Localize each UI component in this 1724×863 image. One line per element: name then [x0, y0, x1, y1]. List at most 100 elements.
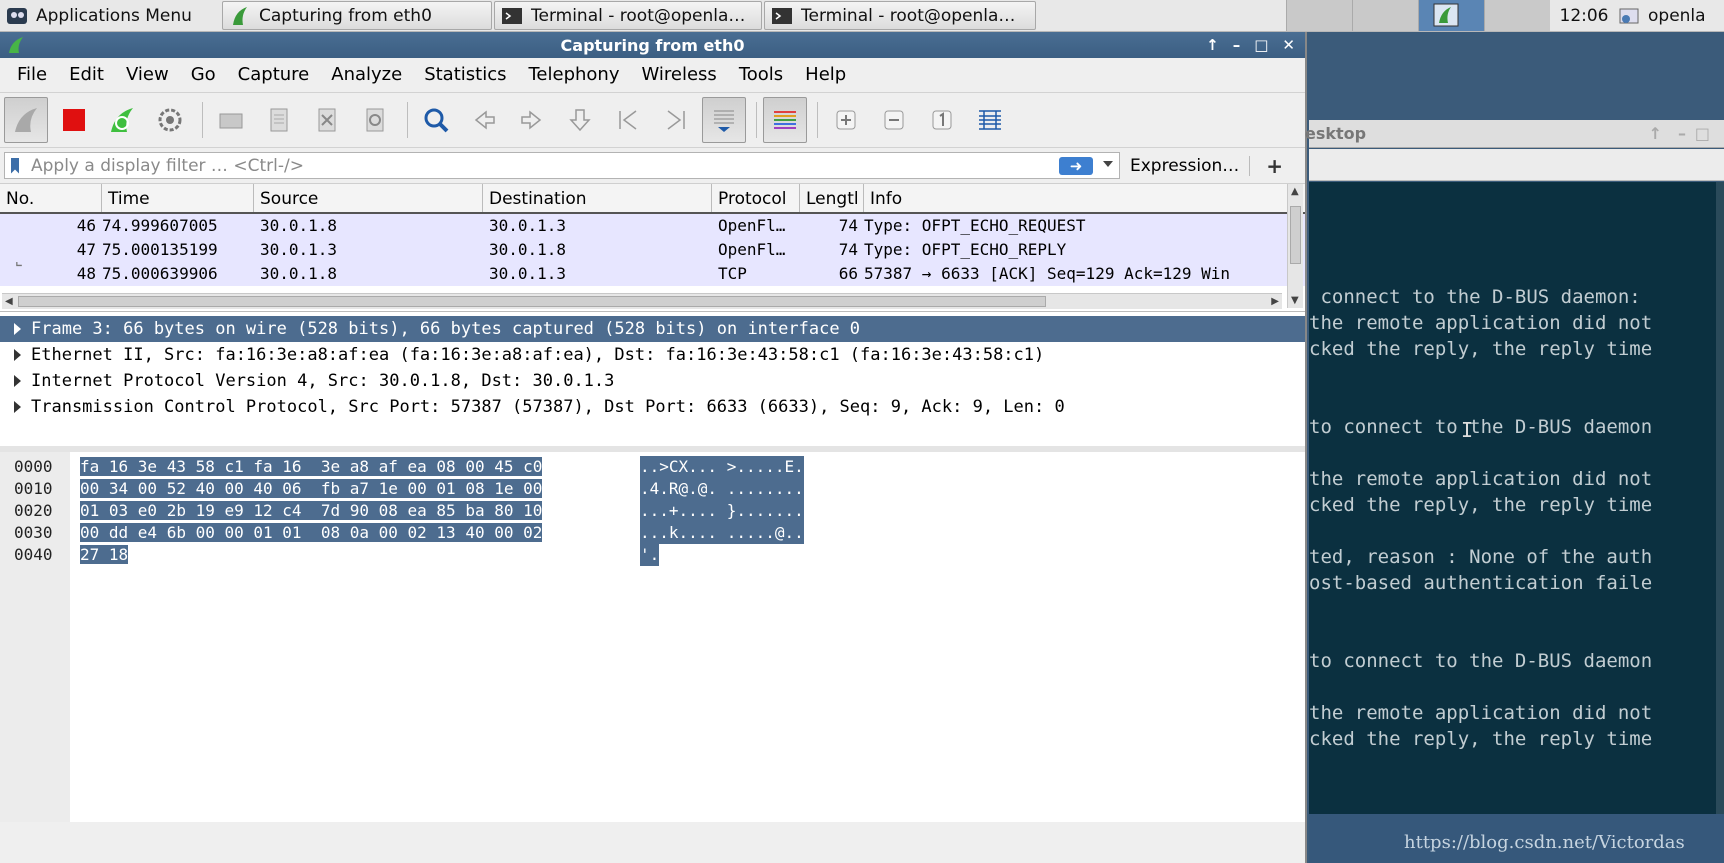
start-capture-button[interactable] [4, 97, 48, 143]
column-header-info[interactable]: Info [864, 184, 1284, 212]
packet-list-horizontal-scrollbar[interactable]: ◀ ▶ [2, 293, 1282, 309]
zoom-in-button[interactable] [824, 97, 868, 143]
column-header-destination[interactable]: Destination [483, 184, 712, 212]
chevron-down-icon[interactable] [1103, 161, 1113, 167]
hex-bytes[interactable]: 01 03 e0 2b 19 e9 12 c4 7d 90 08 ea 85 b… [80, 501, 543, 520]
ascii-bytes[interactable]: ..>CX... >.....E. [640, 456, 804, 478]
menu-tools[interactable]: Tools [728, 58, 794, 92]
expand-triangle-icon[interactable] [14, 323, 21, 335]
menu-file[interactable]: File [6, 58, 58, 92]
workspace-4[interactable] [1484, 0, 1550, 31]
menu-analyze[interactable]: Analyze [320, 58, 413, 92]
ascii-bytes[interactable]: '. [640, 544, 660, 566]
expand-triangle-icon[interactable] [14, 401, 21, 413]
colorize-icon [774, 111, 796, 129]
clock[interactable]: 12:06 [1556, 0, 1612, 31]
menu-go[interactable]: Go [180, 58, 227, 92]
column-header-time[interactable]: Time [102, 184, 254, 212]
zoom-out-button[interactable] [872, 97, 916, 143]
apply-filter-arrow-icon[interactable]: ➜ [1059, 157, 1093, 175]
scroll-left-icon[interactable]: ◀ [5, 296, 13, 307]
menu-wireless[interactable]: Wireless [630, 58, 727, 92]
maximize-icon[interactable]: □ [1254, 36, 1268, 54]
stop-capture-button[interactable] [52, 97, 96, 143]
autoscroll-button[interactable] [702, 97, 746, 143]
column-header-length[interactable]: Lengtl [800, 184, 864, 212]
ascii-bytes[interactable]: ...+.... }....... [640, 500, 804, 522]
scroll-right-icon[interactable]: ▶ [1271, 296, 1279, 307]
byte-row[interactable]: 00 34 00 52 40 00 40 06 fb a7 1e 00 01 0… [80, 478, 804, 500]
expression-button[interactable]: Expression… [1130, 155, 1251, 176]
resize-columns-button[interactable] [968, 97, 1012, 143]
menu-help[interactable]: Help [794, 58, 857, 92]
save-file-button[interactable] [257, 97, 301, 143]
hex-bytes[interactable]: fa 16 3e 43 58 c1 fa 16 3e a8 af ea 08 0… [80, 457, 543, 476]
menu-edit[interactable]: Edit [58, 58, 115, 92]
close-file-button[interactable] [305, 97, 349, 143]
task-terminal-1[interactable]: Terminal - root@openla… [494, 1, 762, 30]
byte-row[interactable]: fa 16 3e 43 58 c1 fa 16 3e a8 af ea 08 0… [80, 456, 804, 478]
capture-options-button[interactable] [148, 97, 192, 143]
close-icon[interactable]: ✕ [1282, 36, 1295, 54]
menu-telephony[interactable]: Telephony [517, 58, 630, 92]
packet-row[interactable]: └ 48 75.000639906 30.0.1.8 30.0.1.3 TCP 6… [0, 262, 1305, 286]
packet-row[interactable]: 46 74.999607005 30.0.1.8 30.0.1.3 OpenFl… [0, 214, 1305, 238]
terminal-titlebar[interactable]: esktop ↑ – □ [1305, 120, 1724, 148]
scroll-up-icon[interactable]: ▲ [1291, 186, 1299, 197]
user-menu[interactable]: openla [1616, 0, 1724, 31]
hex-bytes[interactable]: 00 dd e4 6b 00 00 01 01 08 0a 00 02 13 4… [80, 523, 543, 542]
applications-menu-button[interactable]: Applications Menu [0, 0, 220, 31]
packet-row[interactable]: 47 75.000135199 30.0.1.3 30.0.1.8 OpenFl… [0, 238, 1305, 262]
terminal-output[interactable]: connect to the D-BUS daemon: the remote … [1309, 182, 1724, 814]
expand-triangle-icon[interactable] [14, 349, 21, 361]
menu-view[interactable]: View [115, 58, 180, 92]
menu-capture[interactable]: Capture [227, 58, 321, 92]
menu-statistics[interactable]: Statistics [413, 58, 517, 92]
byte-row[interactable]: 00 dd e4 6b 00 00 01 01 08 0a 00 02 13 4… [80, 522, 804, 544]
hex-bytes[interactable]: 27 18 [80, 545, 129, 564]
terminal-scrollbar[interactable] [1716, 182, 1724, 814]
find-packet-button[interactable] [414, 97, 458, 143]
keep-above-icon[interactable]: ↑ [1206, 36, 1219, 54]
keep-above-icon[interactable]: ↑ [1649, 124, 1662, 143]
colorize-button[interactable] [763, 97, 807, 143]
open-file-button[interactable] [209, 97, 253, 143]
detail-row-tcp[interactable]: Transmission Control Protocol, Src Port:… [0, 394, 1305, 420]
reload-file-button[interactable] [353, 97, 397, 143]
workspace-1[interactable] [1286, 0, 1352, 31]
column-header-source[interactable]: Source [254, 184, 483, 212]
add-filter-button[interactable]: + [1266, 154, 1283, 178]
task-terminal-2[interactable]: Terminal - root@openla… [764, 1, 1036, 30]
workspace-2[interactable] [1352, 0, 1418, 31]
column-header-no[interactable]: No. [0, 184, 102, 212]
detail-row-frame[interactable]: Frame 3: 66 bytes on wire (528 bits), 66… [0, 316, 1305, 342]
display-filter-input[interactable] [31, 153, 1051, 178]
restart-capture-button[interactable] [100, 97, 144, 143]
normal-size-button[interactable] [920, 97, 964, 143]
first-packet-button[interactable] [606, 97, 650, 143]
scrollbar-thumb[interactable] [18, 296, 1046, 307]
go-back-button[interactable] [462, 97, 506, 143]
task-wireshark[interactable]: Capturing from eth0 [222, 1, 492, 30]
workspace-3[interactable] [1418, 0, 1484, 31]
bookmark-icon[interactable] [11, 157, 19, 174]
go-forward-button[interactable] [510, 97, 554, 143]
scroll-down-icon[interactable]: ▼ [1291, 295, 1299, 306]
last-packet-button[interactable] [654, 97, 698, 143]
window-titlebar[interactable]: Capturing from eth0 ↑ – □ ✕ [0, 32, 1305, 58]
expand-triangle-icon[interactable] [14, 375, 21, 387]
go-to-packet-button[interactable] [558, 97, 602, 143]
ascii-bytes[interactable]: ...k.... .....@.. [640, 522, 804, 544]
byte-row[interactable]: 01 03 e0 2b 19 e9 12 c4 7d 90 08 ea 85 b… [80, 500, 804, 522]
ascii-bytes[interactable]: .4.R@.@. ........ [640, 478, 804, 500]
packet-list-vertical-scrollbar[interactable]: ▲ ▼ [1287, 184, 1303, 308]
minimize-icon[interactable]: – [1233, 36, 1241, 54]
column-header-protocol[interactable]: Protocol [712, 184, 800, 212]
byte-row[interactable]: 27 18 '. [80, 544, 804, 566]
hex-bytes[interactable]: 00 34 00 52 40 00 40 06 fb a7 1e 00 01 0… [80, 479, 543, 498]
detail-row-ethernet[interactable]: Ethernet II, Src: fa:16:3e:a8:af:ea (fa:… [0, 342, 1305, 368]
minimize-icon[interactable]: – [1678, 124, 1686, 143]
maximize-icon[interactable]: □ [1695, 124, 1710, 143]
detail-row-ipv4[interactable]: Internet Protocol Version 4, Src: 30.0.1… [0, 368, 1305, 394]
scrollbar-thumb[interactable] [1290, 206, 1301, 264]
